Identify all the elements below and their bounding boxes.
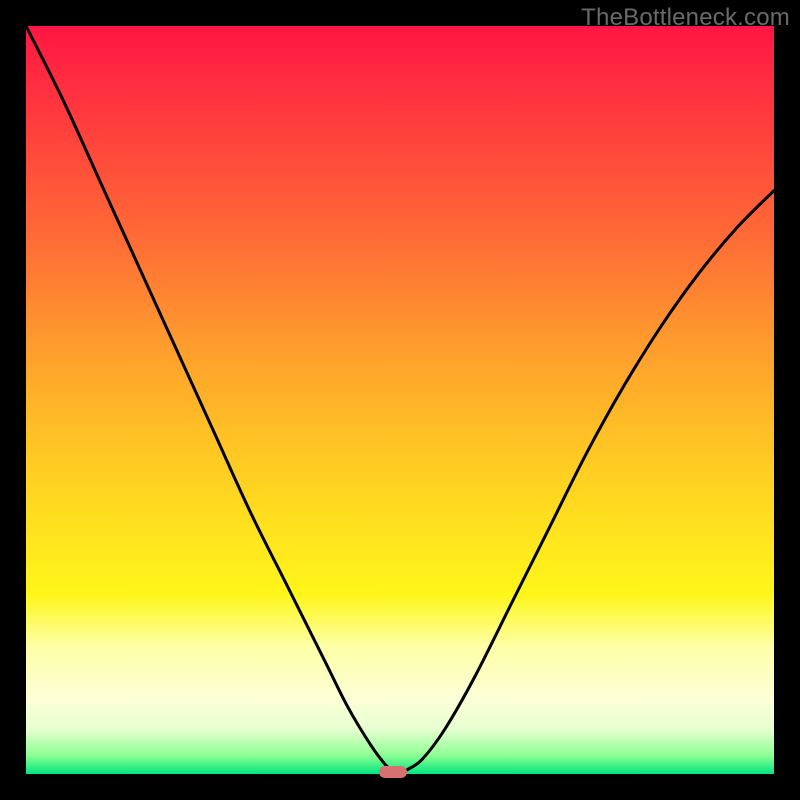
- optimal-point-marker: [379, 766, 407, 778]
- bottleneck-curve: [26, 26, 774, 774]
- plot-area: [26, 26, 774, 774]
- chart-frame: TheBottleneck.com: [0, 0, 800, 800]
